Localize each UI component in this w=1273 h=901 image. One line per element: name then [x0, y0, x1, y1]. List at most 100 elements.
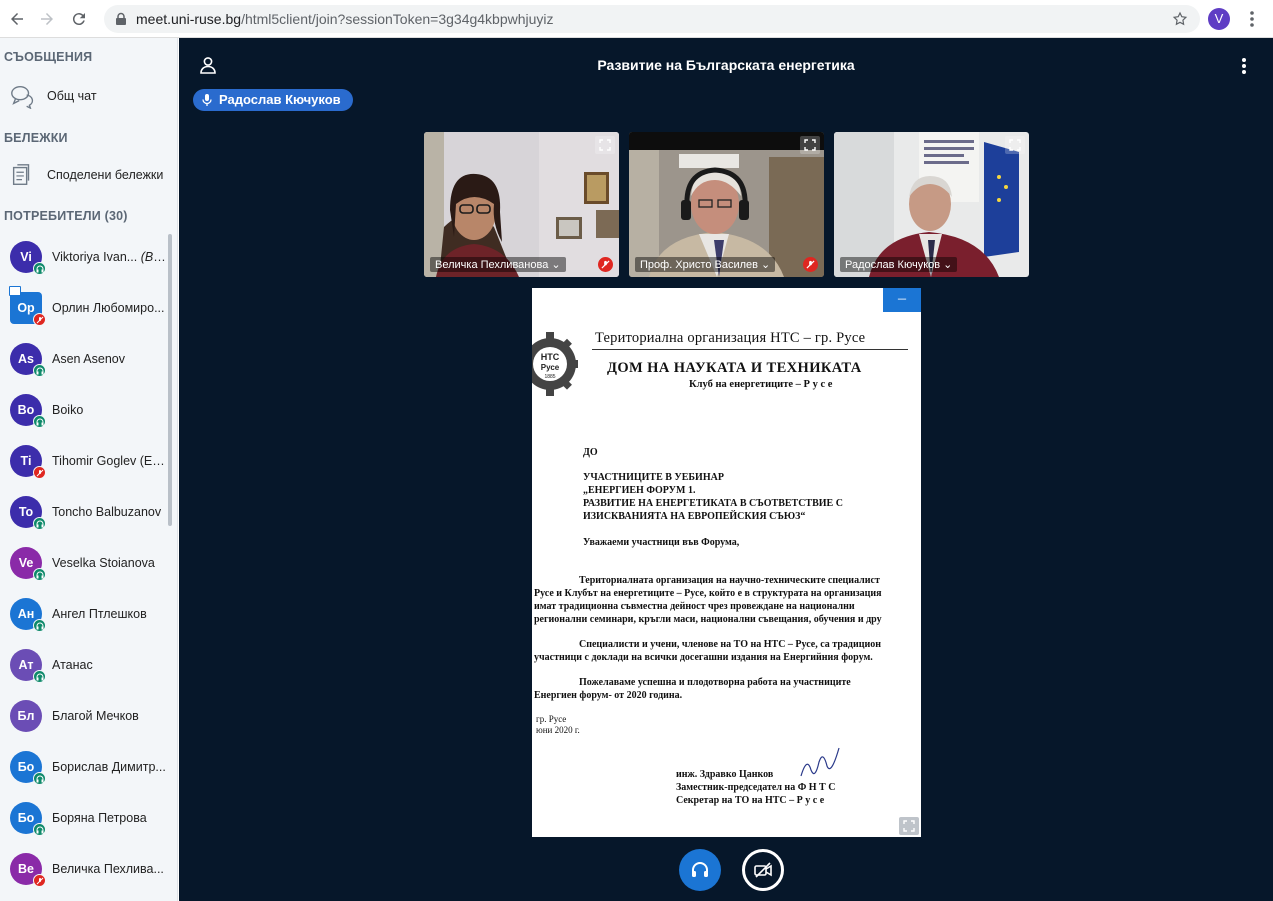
doc-divider	[592, 349, 908, 350]
browser-menu-icon[interactable]	[1242, 9, 1262, 29]
doc-p1-line1: Териториалната организация на научно-тех…	[579, 575, 880, 586]
you-marker: (Вие)	[140, 250, 170, 264]
user-list-item[interactable]: Ve Veselka Stoianova	[0, 538, 172, 588]
reload-icon[interactable]	[68, 8, 90, 30]
user-name: Борислав Димитр...	[52, 760, 166, 774]
video-tile-3[interactable]: Радослав Кючуков ⌄	[834, 132, 1029, 277]
user-list-item[interactable]: Ti Tihomir Goglev (ESO)	[0, 436, 172, 486]
listen-only-icon	[33, 262, 46, 275]
user-list-item[interactable]: Op Орлин Любомиро...	[0, 283, 172, 333]
profile-avatar[interactable]: V	[1208, 8, 1230, 30]
talking-user-name: Радослав Кючуков	[219, 92, 341, 107]
minimize-presentation-button[interactable]: –	[883, 288, 921, 312]
user-name-text: Boiko	[52, 403, 84, 417]
talking-indicator[interactable]: Радослав Кючуков	[193, 89, 353, 111]
browser-toolbar: meet.uni-ruse.bg/html5client/join?sessio…	[0, 0, 1273, 38]
back-arrow-icon[interactable]	[6, 8, 28, 30]
muted-mic-icon	[33, 466, 46, 479]
fullscreen-icon[interactable]	[1005, 136, 1025, 154]
user-name: Боряна Петрова	[52, 811, 147, 825]
user-list-item[interactable]: Бо Борислав Димитр...	[0, 742, 172, 792]
user-list-item[interactable]: Бо Боряна Петрова	[0, 793, 172, 843]
user-name: Благой Мечков	[52, 709, 139, 723]
user-list-item[interactable]: Bo Boiko	[0, 385, 172, 435]
fullscreen-icon[interactable]	[595, 136, 615, 154]
user-list-item[interactable]: Бл Благой Мечков	[0, 691, 172, 741]
user-name-text: Орлин Любомиро...	[52, 301, 165, 315]
listen-only-icon	[33, 364, 46, 377]
listen-only-icon	[33, 670, 46, 683]
bookmark-star-icon[interactable]	[1172, 11, 1188, 27]
user-name-text: Атанас	[52, 658, 93, 672]
chat-icon	[8, 82, 36, 110]
video-tile-2[interactable]: Проф. Христо Василев ⌄	[629, 132, 824, 277]
doc-p3-line1: Пожелаваме успешна и плодотворна работа …	[579, 677, 851, 688]
doc-signer-role-2: Секретар на ТО на НТС – Р у с е	[676, 795, 825, 806]
signature	[800, 747, 840, 777]
user-list-item[interactable]: Ан Ангел Птлешков	[0, 589, 172, 639]
nts-logo: НТС Русе 1885	[532, 332, 578, 396]
notes-section-title: БЕЛЕЖКИ	[4, 131, 68, 145]
doc-signer: инж. Здравко Цанков	[676, 769, 774, 780]
doc-p1-line2: Русе и Клубът на енергетиците – Русе, ко…	[534, 588, 882, 599]
shared-notes-label: Споделени бележки	[47, 168, 164, 182]
doc-addr-3: РАЗВИТИЕ НА ЕНЕРГЕТИКАТА В СЪОТВЕТСТВИЕ …	[583, 498, 843, 509]
user-name-text: Величка Пехлива...	[52, 862, 164, 876]
user-list-item[interactable]: Ат Атанас	[0, 640, 172, 690]
address-bar[interactable]: meet.uni-ruse.bg/html5client/join?sessio…	[104, 5, 1200, 33]
user-name: Атанас	[52, 658, 93, 672]
logo-text-year: 1885	[544, 374, 555, 380]
user-name-text: Viktoriya Ivan...	[52, 250, 138, 264]
microphone-icon	[202, 94, 212, 106]
share-webcam-button[interactable]	[742, 849, 784, 891]
listen-only-icon	[33, 823, 46, 836]
url-text: meet.uni-ruse.bg/html5client/join?sessio…	[136, 11, 554, 27]
muted-mic-icon	[598, 257, 613, 272]
doc-p1-line3: имат традиционна съвместна дейност чрез …	[534, 601, 855, 612]
doc-p1-line4: регионални семинари, кръгли маси, национ…	[534, 614, 882, 625]
muted-mic-icon	[803, 257, 818, 272]
user-list-item[interactable]: Ве Величка Пехлива...	[0, 844, 172, 894]
notes-icon	[8, 161, 36, 189]
user-name-text: Борислав Димитр...	[52, 760, 166, 774]
video-3-name[interactable]: Радослав Кючуков ⌄	[840, 257, 958, 272]
muted-mic-icon	[33, 874, 46, 887]
user-name-text: Боряна Петрова	[52, 811, 147, 825]
fullscreen-icon[interactable]	[899, 817, 919, 835]
shared-notes-item[interactable]: Споделени бележки	[8, 158, 173, 192]
user-name-text: Ангел Птлешков	[52, 607, 147, 621]
user-name: Asen Asenov	[52, 352, 125, 366]
presenter-icon	[9, 286, 21, 296]
forward-arrow-icon[interactable]	[36, 8, 58, 30]
webcam-video-1	[424, 132, 619, 277]
avatar: Бл	[10, 700, 42, 732]
fullscreen-icon[interactable]	[800, 136, 820, 154]
user-list-item[interactable]: As Asen Asenov	[0, 334, 172, 384]
doc-to: ДО	[583, 447, 598, 458]
user-list-item[interactable]: Vi Viktoriya Ivan... (Вие)	[0, 232, 172, 282]
doc-org-line: Териториална организация НТС – гр. Русе	[595, 330, 866, 346]
user-name: Toncho Balbuzanov	[52, 505, 161, 519]
leave-audio-button[interactable]	[679, 849, 721, 891]
user-name-text: Veselka Stoianova	[52, 556, 155, 570]
doc-house-title: ДОМ НА НАУКАТА И ТЕХНИКАТА	[607, 360, 862, 376]
public-chat-item[interactable]: Общ чат	[8, 79, 173, 113]
video-tile-1[interactable]: Величка Пехливанова ⌄	[424, 132, 619, 277]
doc-p2-line1: Специалисти и учени, членове на ТО на НТ…	[579, 639, 881, 650]
user-name: Viktoriya Ivan... (Вие)	[52, 250, 170, 264]
public-chat-label: Общ чат	[47, 89, 97, 103]
user-list-item[interactable]: To Toncho Balbuzanov	[0, 487, 172, 537]
user-list-sidebar: СЪОБЩЕНИЯ Общ чат БЕЛЕЖКИ Споделени беле…	[0, 38, 178, 901]
options-menu-icon[interactable]	[1235, 56, 1253, 76]
messages-section-title: СЪОБЩЕНИЯ	[4, 50, 93, 64]
listen-only-icon	[33, 517, 46, 530]
logo-text-nts: НТС	[541, 352, 560, 362]
listen-only-icon	[33, 772, 46, 785]
doc-addr-2: „ЕНЕРГИЕН ФОРУМ 1.	[583, 485, 696, 496]
lock-icon	[116, 12, 126, 25]
user-list-scrollbar[interactable]	[168, 234, 172, 526]
video-1-name[interactable]: Величка Пехливанова ⌄	[430, 257, 566, 272]
users-section-title: ПОТРЕБИТЕЛИ (30)	[4, 209, 128, 223]
headphones-icon	[692, 862, 708, 877]
video-2-name[interactable]: Проф. Христо Василев ⌄	[635, 257, 776, 272]
